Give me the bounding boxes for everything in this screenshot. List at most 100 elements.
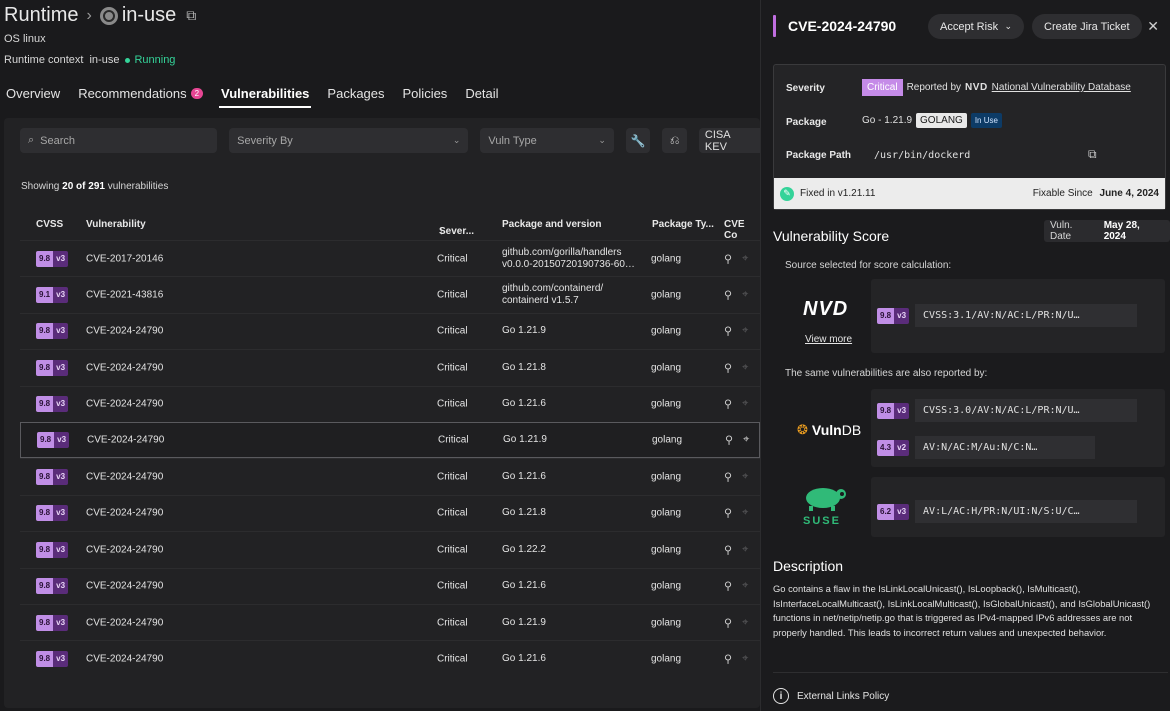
- col-vulnerability[interactable]: Vulnerability: [86, 219, 146, 230]
- fix-available-icon[interactable]: ⚲: [724, 398, 732, 411]
- table-row[interactable]: 9.8 v3 CVE-2024-24790 Critical Go 1.21.6 gola…: [20, 640, 760, 676]
- fixed-in-text: Fixed in v1.21.11: [800, 188, 876, 199]
- package-line-1: github.com/gorilla/handlers: [502, 246, 622, 258]
- fix-available-icon[interactable]: ⚲: [724, 543, 732, 556]
- crosshair-icon[interactable]: ⌖: [742, 398, 748, 411]
- cvss-vector: AV:L/AC:H/PR:N/UI:N/S:U/C…: [915, 500, 1138, 523]
- col-cve-context[interactable]: CVE Co: [724, 219, 760, 241]
- tab-vulnerabilities[interactable]: Vulnerabilities: [215, 80, 315, 108]
- table-row[interactable]: 9.8 v3 CVE-2024-24790 Critical Go 1.22.2 gola…: [20, 531, 760, 567]
- vulndb-logo-b: DB: [841, 422, 862, 438]
- tab-packages[interactable]: Packages: [321, 80, 390, 106]
- sort-down-icon[interactable]: ↓: [439, 226, 444, 237]
- table-row[interactable]: 9.8 v3 CVE-2024-24790 Critical Go 1.21.8 gola…: [20, 494, 760, 531]
- copy-icon[interactable]: ⧉: [186, 7, 196, 24]
- severity-select[interactable]: Severity By ⌄: [229, 128, 469, 153]
- col-package-version[interactable]: Package and version: [502, 219, 602, 230]
- cve-id[interactable]: CVE-2024-24790: [86, 399, 163, 410]
- crosshair-icon[interactable]: ⌖: [742, 471, 748, 484]
- wrench-filter-button[interactable]: 🔧: [625, 128, 651, 153]
- table-row[interactable]: 9.8 v3 CVE-2024-24790 Critical Go 1.21.6 gola…: [20, 567, 760, 604]
- vulndb-logo-a: Vuln: [811, 422, 842, 438]
- table-row[interactable]: 9.8 v3 CVE-2024-24790 Critical Go 1.21.9 gola…: [20, 603, 760, 640]
- cisa-kev-filter[interactable]: CISA KEV: [698, 128, 760, 153]
- fix-available-icon[interactable]: ⚲: [724, 361, 732, 374]
- fix-available-icon[interactable]: ⚲: [724, 252, 732, 265]
- tab-detail[interactable]: Detail: [459, 80, 504, 106]
- cve-id[interactable]: CVE-2024-24790: [86, 544, 163, 555]
- score-value: 9.1: [36, 287, 54, 304]
- table-row[interactable]: 9.8 v3 CVE-2024-24790 Critical Go 1.21.8 gola…: [20, 349, 760, 385]
- table-row[interactable]: 9.1 v3 CVE-2021-43816 Critical github.com/co…: [20, 276, 760, 312]
- wrench-icon: 🔧: [630, 133, 646, 148]
- accept-risk-button[interactable]: Accept Risk ⌄: [928, 14, 1024, 39]
- table-row[interactable]: 9.8 v3 CVE-2024-24790 Critical Go 1.21.6 gola…: [20, 458, 760, 494]
- crosshair-icon[interactable]: ⌖: [742, 507, 748, 520]
- package-line-1: Go 1.21.9: [502, 616, 546, 628]
- crosshair-icon[interactable]: ⌖: [742, 252, 748, 265]
- table-row[interactable]: 9.8 v3 CVE-2017-20146 Critical github.com/go…: [20, 240, 760, 276]
- cve-id[interactable]: CVE-2021-43816: [86, 290, 163, 301]
- score-value: 9.8: [37, 432, 55, 449]
- table-row[interactable]: 9.8 v3 CVE-2024-24790 Critical Go 1.21.6 gola…: [20, 385, 760, 422]
- fix-available-icon[interactable]: ⚲: [724, 471, 732, 484]
- score-version: v3: [53, 250, 69, 267]
- fix-available-icon[interactable]: ⚲: [724, 616, 732, 629]
- table-row[interactable]: 9.8 v3 CVE-2024-24790 Critical Go 1.21.9 gola…: [20, 421, 760, 459]
- cvss-score-badge: 9.8 v3: [37, 432, 70, 449]
- fix-available-icon[interactable]: ⚲: [724, 507, 732, 520]
- search-input[interactable]: ⌕ Search: [20, 128, 218, 153]
- package-version: Go 1.22.2: [502, 544, 546, 556]
- vuln-date-value: May 28, 2024: [1103, 220, 1140, 242]
- crosshair-icon[interactable]: ⌖: [742, 543, 748, 556]
- cve-id[interactable]: CVE-2024-24790: [87, 435, 164, 446]
- cve-id[interactable]: CVE-2024-24790: [86, 472, 163, 483]
- fixed-in: ✎ Fixed in v1.21.11: [780, 186, 876, 201]
- chevron-down-icon: ⌄: [598, 135, 606, 145]
- score-value: 6.2: [877, 503, 895, 520]
- cve-id[interactable]: CVE-2024-24790: [86, 617, 163, 628]
- external-links-policy[interactable]: i External Links Policy: [773, 688, 889, 704]
- fix-available-icon[interactable]: ⚲: [725, 434, 733, 447]
- tab-recommendations[interactable]: Recommendations 2: [72, 80, 209, 106]
- cve-id[interactable]: CVE-2024-24790: [86, 581, 163, 592]
- crosshair-icon[interactable]: ⌖: [743, 434, 749, 447]
- create-jira-button[interactable]: Create Jira Ticket: [1032, 14, 1142, 39]
- crosshair-icon[interactable]: ⌖: [742, 325, 748, 338]
- col-package-type[interactable]: Package Ty...: [652, 219, 714, 230]
- cve-id[interactable]: CVE-2024-24790: [86, 326, 163, 337]
- cve-id[interactable]: CVE-2024-24790: [86, 653, 163, 664]
- fixable-since-label: Fixable Since: [1032, 188, 1093, 199]
- fix-available-icon[interactable]: ⚲: [724, 289, 732, 302]
- crosshair-icon[interactable]: ⌖: [742, 580, 748, 593]
- table-row[interactable]: 9.8 v3 CVE-2024-24790 Critical Go 1.21.9 gola…: [20, 312, 760, 349]
- score-row: 6.2 v3 AV:L/AC:H/PR:N/UI:N/S:U/C…: [877, 500, 1138, 523]
- crosshair-icon[interactable]: ⌖: [742, 652, 748, 665]
- fix-available-icon[interactable]: ⚲: [724, 652, 732, 665]
- breadcrumb-runtime[interactable]: Runtime: [4, 4, 78, 27]
- vulndb-logo: ❂ VulnDB: [797, 422, 861, 438]
- cve-id[interactable]: CVE-2024-24790: [86, 508, 163, 519]
- package-version: github.com/containerd/containerd v1.5.7: [502, 283, 603, 307]
- tab-overview[interactable]: Overview: [0, 80, 66, 106]
- severity-chip: Critical: [862, 79, 903, 96]
- tab-policies[interactable]: Policies: [397, 80, 454, 106]
- exploit-filter-button[interactable]: ⎌: [662, 128, 687, 153]
- close-icon[interactable]: ✕: [1147, 18, 1159, 35]
- vuln-type-select[interactable]: Vuln Type ⌄: [480, 128, 614, 153]
- cve-id[interactable]: CVE-2024-24790: [86, 362, 163, 373]
- score-value: 9.8: [877, 402, 895, 419]
- fix-available-icon[interactable]: ⚲: [724, 325, 732, 338]
- score-value: 9.8: [877, 307, 895, 324]
- crosshair-icon[interactable]: ⌖: [742, 361, 748, 374]
- reported-by-label: Reported by: [906, 82, 962, 93]
- crosshair-icon[interactable]: ⌖: [742, 616, 748, 629]
- nvd-link[interactable]: National Vulnerability Database: [992, 82, 1131, 93]
- crosshair-icon[interactable]: ⌖: [742, 289, 748, 302]
- view-more-link[interactable]: View more: [805, 334, 852, 345]
- fix-available-icon[interactable]: ⚲: [724, 580, 732, 593]
- col-cvss[interactable]: CVSS: [36, 219, 63, 230]
- cve-id[interactable]: CVE-2017-20146: [86, 253, 163, 264]
- copy-icon[interactable]: ⧉: [1088, 147, 1097, 162]
- score-version: v3: [53, 287, 69, 304]
